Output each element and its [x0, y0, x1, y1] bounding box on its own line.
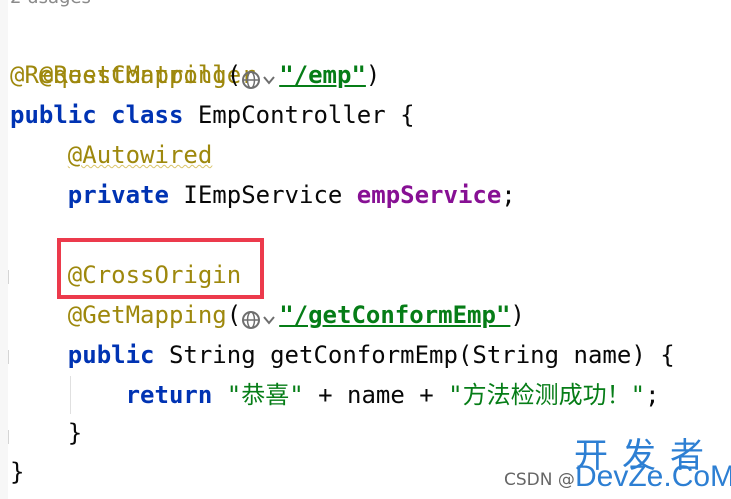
get-mapping-path[interactable]: "/getConformEmp": [279, 301, 510, 329]
annotation-request-mapping: @RequestMapping: [10, 61, 227, 89]
method-signature: String getConformEmp(String name) {: [154, 341, 675, 369]
code-line-autowired: @Autowired: [10, 135, 213, 175]
keyword-return: return: [125, 381, 213, 409]
fold-marker[interactable]: [0, 430, 9, 444]
code-line-rest-controller: @RestController: [10, 15, 256, 89]
keyword-public: public: [67, 341, 155, 369]
code-line-field: private IEmpService empService;: [10, 175, 516, 215]
code-line-class-decl: public class EmpController {: [10, 95, 415, 135]
paren-open: (: [226, 301, 242, 329]
string-success: "方法检测成功！": [448, 381, 646, 409]
annotation-get-mapping: @GetMapping: [67, 301, 227, 329]
annotation-autowired: @Autowired: [67, 141, 213, 169]
field-type: IEmpService: [168, 181, 357, 209]
paren-open: (: [226, 61, 242, 89]
code-line-close-method: }: [10, 413, 82, 453]
code-line-request-mapping: @RequestMapping( "/emp"): [10, 55, 380, 95]
concat-expression: + name +: [303, 381, 449, 409]
code-line-get-mapping: @GetMapping( "/getConformEmp"): [10, 295, 525, 335]
globe-icon[interactable]: [241, 303, 279, 329]
code-line-close-class: }: [10, 452, 24, 492]
class-name: EmpController {: [183, 101, 415, 129]
paren-close: ): [365, 61, 381, 89]
watermark-csdn: CSDN @: [504, 470, 575, 490]
semicolon: ;: [501, 181, 516, 209]
semicolon: ;: [645, 381, 660, 409]
keyword-public: public: [10, 101, 97, 129]
closing-brace: }: [67, 419, 83, 447]
code-line-method-sig: public String getConformEmp(String name)…: [10, 335, 675, 375]
field-name: empService: [356, 181, 502, 209]
watermark-devze: DevZe.CoM: [575, 460, 731, 493]
paren-close: ): [510, 301, 525, 329]
editor-gutter: [0, 0, 8, 499]
request-mapping-path[interactable]: "/emp": [279, 61, 366, 89]
code-line-return: return "恭喜" + name + "方法检测成功！";: [10, 375, 660, 415]
highlight-box: [57, 238, 264, 299]
keyword-class: class: [111, 101, 184, 129]
globe-icon[interactable]: [241, 63, 279, 89]
string-congrats: "恭喜": [226, 381, 304, 409]
keyword-private: private: [67, 181, 169, 209]
fold-marker[interactable]: [0, 350, 9, 364]
fold-marker[interactable]: [0, 270, 9, 284]
closing-brace: }: [10, 458, 25, 486]
